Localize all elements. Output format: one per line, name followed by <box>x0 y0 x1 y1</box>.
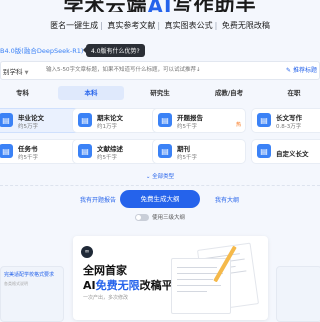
hero-title: 学术云端AI写作助手 <box>63 0 257 12</box>
feature-item: 真实参考文献 <box>107 21 156 30</box>
divider <box>0 185 320 186</box>
tab-graduate[interactable]: 研究生 <box>130 86 190 100</box>
banner-caption: 一次产出，多次修改 <box>83 295 129 301</box>
subject-select[interactable]: 别学科 ▼ <box>3 66 28 76</box>
three-level-outline-toggle[interactable]: 使用三级大纲 <box>0 213 320 221</box>
outline-actions: 我有开题报告 免费生成大纲 我有大纲 <box>0 190 320 208</box>
have-outline-link[interactable]: 我有大纲 <box>215 195 239 204</box>
title-search-bar: 别学科 ▼ ✎ 推荐标题 <box>0 61 320 80</box>
banner-headline: 全网首家 <box>83 264 127 277</box>
degree-tabs: 专科 本科 研究生 成教/自考 在职 <box>0 86 320 100</box>
chevron-down-icon: ▼ <box>24 70 29 76</box>
recommend-title-button[interactable]: ✎ 推荐标题 <box>286 65 317 74</box>
model-tooltip: 4.0版有什么优势? <box>83 44 145 57</box>
format-adapt-card[interactable]: 完美适配学校格式要求 各类格式说明 <box>0 266 64 322</box>
tab-junior-college[interactable]: 专科 <box>0 86 45 100</box>
feature-list: 匿名一键生成 | 真实参考文献 | 真实图表公式 | 免费无限改稿 <box>50 21 270 30</box>
card-custom-article[interactable]: ▤ 自定义长文 <box>252 140 320 163</box>
title-input[interactable] <box>46 63 266 77</box>
toggle-switch[interactable] <box>134 214 149 221</box>
document-icon: ▤ <box>158 144 172 158</box>
card-long-article[interactable]: ▤ 长文写作 0.8-3万字 <box>252 109 320 132</box>
document-icon: ▤ <box>257 144 271 158</box>
model-version-label[interactable]: B4.0版(融合DeepSeek-R1) <box>0 45 83 55</box>
card-final-paper[interactable]: ▤ 期末论文 约1万字 热 <box>73 109 165 132</box>
document-icon: ▤ <box>0 113 13 127</box>
generate-outline-button[interactable]: 免费生成大纲 <box>120 190 200 208</box>
card-proposal[interactable]: ▤ 开题报告 约5千字 热 <box>153 109 245 132</box>
infinity-logo-icon: ∞ <box>81 246 93 258</box>
tab-adult-education[interactable]: 成教/自考 <box>200 86 258 100</box>
card-literature-review[interactable]: ▤ 文献综述 约5千字 热 <box>73 140 165 163</box>
have-proposal-link[interactable]: 我有开题报告 <box>80 195 116 204</box>
document-icon: ▤ <box>158 113 172 127</box>
hot-badge: 热 <box>235 122 241 128</box>
document-icon: ▤ <box>78 113 92 127</box>
tab-undergraduate[interactable]: 本科 <box>58 86 124 100</box>
promo-banner[interactable]: ∞ 全网首家 AI免费无限改稿平台 一次产出，多次修改 <box>73 236 268 320</box>
feature-item: 免费无限改稿 <box>221 21 270 30</box>
card-journal[interactable]: ▤ 期刊 约5千字 <box>153 140 245 163</box>
side-card[interactable] <box>276 266 320 322</box>
magic-wand-icon: ✎ <box>286 67 292 74</box>
tab-in-service[interactable]: 在职 <box>268 86 320 100</box>
document-icon: ▤ <box>78 144 92 158</box>
document-icon: ▤ <box>257 113 271 127</box>
expand-all-types[interactable]: ⌄ 全部类型 <box>0 172 320 180</box>
feature-item: 匿名一键生成 <box>50 21 99 30</box>
chevron-down-icon: ⌄ <box>145 174 151 180</box>
feature-item: 真实图表公式 <box>164 21 213 30</box>
banner-subheadline: AI免费无限改稿平台 <box>83 279 184 292</box>
document-icon: ▤ <box>0 144 13 158</box>
